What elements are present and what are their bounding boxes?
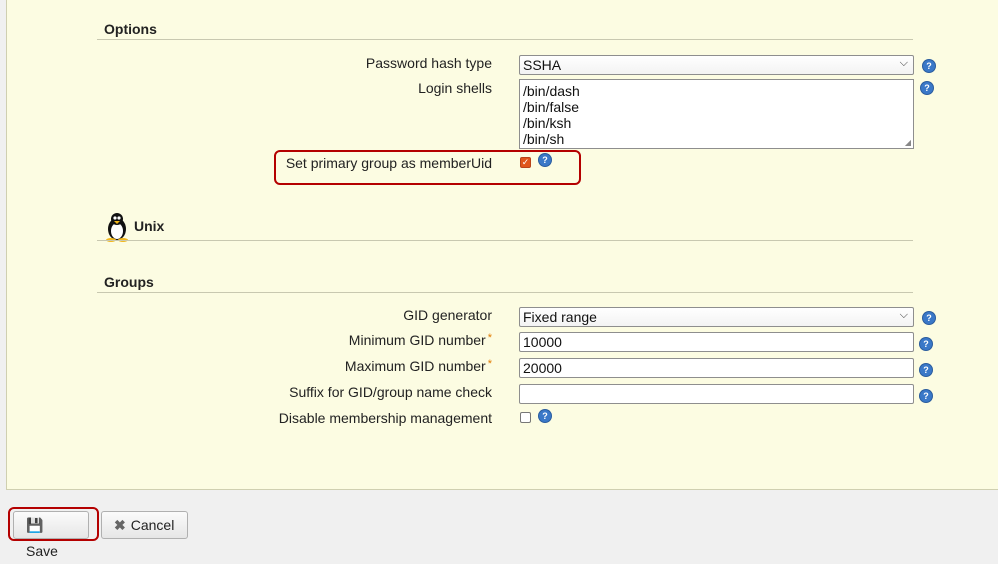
max-gid-label-text: Maximum GID number	[344, 358, 486, 374]
options-section-title: Options	[104, 21, 157, 37]
cancel-button[interactable]: ✖ Cancel	[101, 511, 188, 539]
primary-group-checkbox[interactable]: ✓	[520, 157, 531, 168]
login-shells-listbox[interactable]: /bin/dash /bin/false /bin/ksh /bin/sh ◢	[519, 79, 914, 149]
gid-generator-label: GID generator	[403, 307, 492, 323]
primary-group-label: Set primary group as memberUid	[285, 155, 492, 171]
help-icon[interactable]: ?	[923, 312, 935, 324]
min-gid-label: Minimum GID number *	[192, 332, 492, 348]
max-gid-label: Maximum GID number *	[192, 358, 492, 374]
chevron-down-icon: ⌵	[899, 309, 908, 321]
suffix-input[interactable]	[519, 384, 914, 404]
suffix-label: Suffix for GID/group name check	[289, 384, 492, 400]
password-hash-label: Password hash type	[365, 55, 492, 71]
resize-handle-icon[interactable]: ◢	[905, 138, 911, 147]
unix-section-title: Unix	[134, 218, 165, 234]
password-hash-select[interactable]: SSHA ⌵	[519, 55, 914, 75]
groups-section-title: Groups	[104, 274, 154, 290]
required-asterisk: *	[487, 358, 492, 370]
disable-membership-label: Disable membership management	[278, 410, 492, 426]
help-icon[interactable]: ?	[539, 410, 551, 422]
x-icon: ✖	[114, 517, 126, 533]
chevron-down-icon: ⌵	[899, 57, 908, 69]
max-gid-input[interactable]: 20000	[519, 358, 914, 378]
min-gid-label-text: Minimum GID number	[348, 332, 486, 348]
gid-generator-value: Fixed range	[523, 309, 597, 325]
required-asterisk: *	[487, 332, 492, 344]
login-shell-option[interactable]: /bin/false	[523, 99, 910, 115]
options-divider	[97, 39, 913, 40]
unix-divider	[97, 240, 913, 241]
help-icon[interactable]: ?	[920, 390, 932, 402]
tux-penguin-icon	[106, 213, 128, 242]
help-icon[interactable]: ?	[920, 364, 932, 376]
help-icon[interactable]: ?	[539, 154, 551, 166]
save-button[interactable]: 💾 Save	[13, 511, 89, 559]
login-shell-option[interactable]: /bin/sh	[523, 131, 910, 147]
min-gid-input[interactable]: 10000	[519, 332, 914, 352]
cancel-button-label: Cancel	[130, 517, 175, 533]
gid-generator-select[interactable]: Fixed range ⌵	[519, 307, 914, 327]
help-icon[interactable]: ?	[921, 82, 933, 94]
help-icon[interactable]: ?	[923, 60, 935, 72]
floppy-disk-icon: 💾	[26, 517, 44, 533]
password-hash-value: SSHA	[523, 57, 562, 73]
login-shell-option[interactable]: /bin/ksh	[523, 115, 910, 131]
disable-membership-checkbox[interactable]	[520, 412, 531, 423]
save-button-label: Save	[26, 543, 58, 559]
help-icon[interactable]: ?	[920, 338, 932, 350]
groups-divider	[97, 292, 913, 293]
login-shell-option[interactable]: /bin/dash	[523, 83, 910, 99]
login-shells-label: Login shells	[418, 80, 492, 96]
